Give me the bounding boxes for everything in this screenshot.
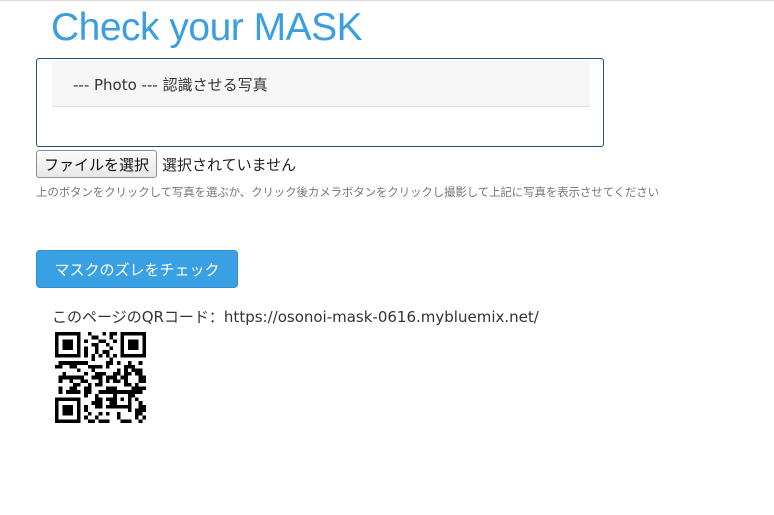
file-input-row: ファイルを選択 選択されていません	[36, 150, 296, 178]
photo-panel-heading: --- Photo --- 認識させる写真	[52, 61, 590, 107]
check-mask-button[interactable]: マスクのズレをチェック	[36, 250, 238, 288]
top-divider	[0, 0, 774, 1]
page-title: Check your MASK	[51, 6, 363, 49]
photo-panel: --- Photo --- 認識させる写真	[36, 58, 604, 147]
qr-code-graphic	[55, 332, 146, 423]
choose-file-button[interactable]: ファイルを選択	[36, 150, 158, 178]
photo-panel-heading-text: --- Photo --- 認識させる写真	[73, 76, 268, 94]
qr-code-icon	[55, 332, 146, 423]
file-status-text: 選択されていません	[162, 155, 297, 174]
help-text: 上のボタンをクリックして写真を選ぶか、クリック後カメラボタンをクリックし撮影して…	[36, 185, 659, 199]
qr-caption: このページのQRコード：https://osonoi-mask-0616.myb…	[52, 308, 539, 326]
